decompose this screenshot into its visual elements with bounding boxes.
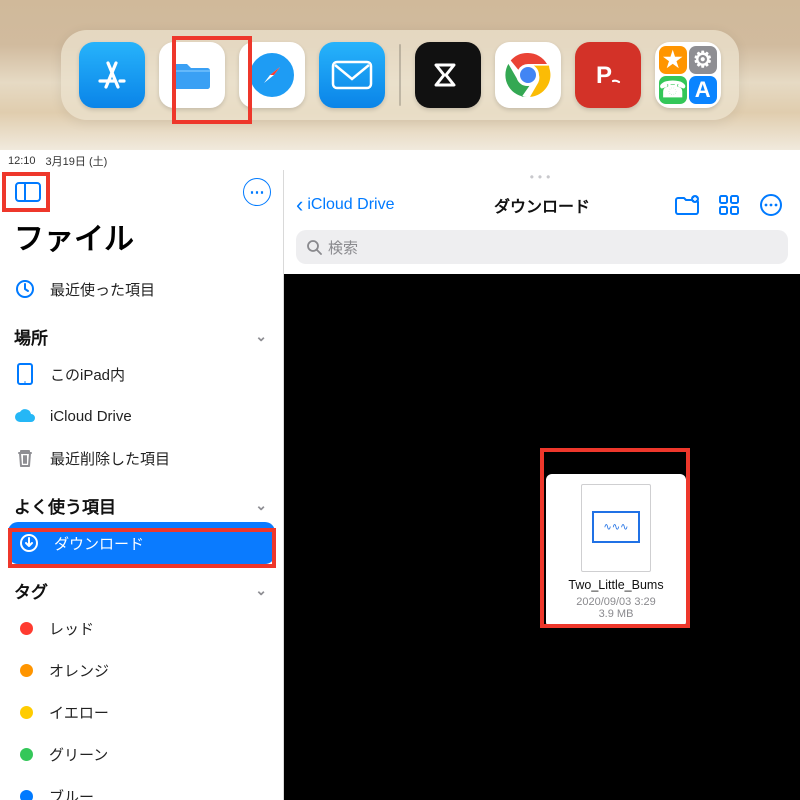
sidebar-toggle-button[interactable] bbox=[8, 176, 48, 208]
tag-dot-icon bbox=[20, 664, 33, 677]
status-time: 12:10 bbox=[8, 155, 36, 167]
safari-icon bbox=[246, 49, 298, 101]
mail-icon bbox=[331, 60, 373, 90]
file-item[interactable]: ∿∿∿ Two_Little_Bums 2020/09/03 3:29 3.9 … bbox=[546, 474, 686, 628]
download-icon bbox=[18, 532, 40, 554]
appstore-icon bbox=[92, 55, 132, 95]
cloud-icon bbox=[14, 405, 36, 427]
more-options-button[interactable]: ⋯ bbox=[243, 178, 271, 206]
folder-plus-icon bbox=[674, 194, 700, 216]
sidebar-item-label: iCloud Drive bbox=[50, 408, 132, 425]
files-icon bbox=[170, 57, 214, 93]
grid-icon bbox=[718, 194, 740, 216]
dock-app-powerpoint[interactable]: P bbox=[575, 42, 641, 108]
sidebar-item-label: 最近削除した項目 bbox=[50, 448, 170, 469]
search-input[interactable]: 検索 bbox=[296, 230, 788, 264]
sidebar-tag-green[interactable]: グリーン bbox=[0, 733, 283, 775]
app-library-icon: ★ ⚙ ☎ A bbox=[655, 42, 721, 108]
file-grid[interactable]: ∿∿∿ Two_Little_Bums 2020/09/03 3:29 3.9 … bbox=[284, 274, 800, 800]
section-header-tags[interactable]: タグ ⌄ bbox=[0, 564, 283, 607]
tag-dot-icon bbox=[20, 790, 33, 800]
new-folder-button[interactable] bbox=[670, 190, 704, 220]
audio-file-icon: ∿∿∿ bbox=[581, 484, 651, 572]
dock-app-files[interactable] bbox=[159, 42, 225, 108]
tag-dot-icon bbox=[20, 706, 33, 719]
search-placeholder: 検索 bbox=[328, 237, 358, 258]
status-date: 3月19日 (土) bbox=[46, 153, 108, 169]
clock-icon bbox=[14, 278, 36, 300]
sidebar-item-label: ダウンロード bbox=[54, 533, 144, 554]
tag-dot-icon bbox=[20, 622, 33, 635]
toolbar: ‹ iCloud Drive ダウンロード bbox=[284, 184, 800, 226]
sidebar-item-trash[interactable]: 最近削除した項目 bbox=[0, 437, 283, 479]
back-label: iCloud Drive bbox=[307, 196, 394, 214]
chevron-down-icon: ⌄ bbox=[255, 582, 267, 599]
sidebar-item-label: このiPad内 bbox=[50, 364, 125, 385]
dock-app-safari[interactable] bbox=[239, 42, 305, 108]
powerpoint-icon: P bbox=[588, 55, 628, 95]
sidebar-tag-orange[interactable]: オレンジ bbox=[0, 649, 283, 691]
dock-app-mail[interactable] bbox=[319, 42, 385, 108]
main-panel: ••• ‹ iCloud Drive ダウンロード bbox=[284, 170, 800, 800]
sidebar-item-downloads[interactable]: ダウンロード bbox=[8, 522, 275, 564]
back-button[interactable]: ‹ iCloud Drive bbox=[296, 196, 394, 214]
ipad-icon bbox=[14, 363, 36, 385]
chrome-icon bbox=[503, 50, 553, 100]
sidebar-item-icloud[interactable]: iCloud Drive bbox=[0, 395, 283, 437]
sidebar-title: ファイル bbox=[0, 210, 283, 268]
section-header-locations[interactable]: 場所 ⌄ bbox=[0, 310, 283, 353]
file-name: Two_Little_Bums bbox=[552, 578, 680, 593]
tag-dot-icon bbox=[20, 748, 33, 761]
dock-app-chrome[interactable] bbox=[495, 42, 561, 108]
sidebar-item-recents[interactable]: 最近使った項目 bbox=[0, 268, 283, 310]
dock: P ★ ⚙ ☎ A bbox=[61, 30, 739, 120]
view-grid-button[interactable] bbox=[712, 190, 746, 220]
sidebar-tag-yellow[interactable]: イエロー bbox=[0, 691, 283, 733]
sidebar-icon bbox=[15, 182, 41, 202]
window-grabber[interactable]: ••• bbox=[284, 170, 800, 184]
capcut-icon bbox=[430, 57, 466, 93]
svg-text:P: P bbox=[596, 62, 612, 89]
dock-app-library[interactable]: ★ ⚙ ☎ A bbox=[655, 42, 721, 108]
sidebar: ⋯ ファイル 最近使った項目 場所 ⌄ bbox=[0, 170, 284, 800]
sidebar-item-on-ipad[interactable]: このiPad内 bbox=[0, 353, 283, 395]
chevron-down-icon: ⌄ bbox=[255, 328, 267, 345]
trash-icon bbox=[14, 447, 36, 469]
ellipsis-circle-icon bbox=[759, 193, 783, 217]
file-size: 3.9 MB bbox=[552, 608, 680, 620]
dock-separator bbox=[399, 44, 401, 106]
sidebar-tag-blue[interactable]: ブルー bbox=[0, 775, 283, 800]
chevron-down-icon: ⌄ bbox=[255, 497, 267, 514]
file-date: 2020/09/03 3:29 bbox=[552, 596, 680, 608]
dock-app-capcut[interactable] bbox=[415, 42, 481, 108]
files-app-window: 12:10 3月19日 (土) ⋯ ファイル bbox=[0, 150, 800, 800]
toolbar-more-button[interactable] bbox=[754, 190, 788, 220]
ellipsis-icon: ⋯ bbox=[250, 183, 265, 201]
sidebar-item-label: 最近使った項目 bbox=[50, 279, 155, 300]
ipad-dock-area: P ★ ⚙ ☎ A bbox=[0, 0, 800, 150]
sidebar-tag-red[interactable]: レッド bbox=[0, 607, 283, 649]
status-bar: 12:10 3月19日 (土) bbox=[0, 150, 800, 170]
section-header-favorites[interactable]: よく使う項目 ⌄ bbox=[0, 479, 283, 522]
dock-app-appstore[interactable] bbox=[79, 42, 145, 108]
search-icon bbox=[306, 239, 322, 255]
